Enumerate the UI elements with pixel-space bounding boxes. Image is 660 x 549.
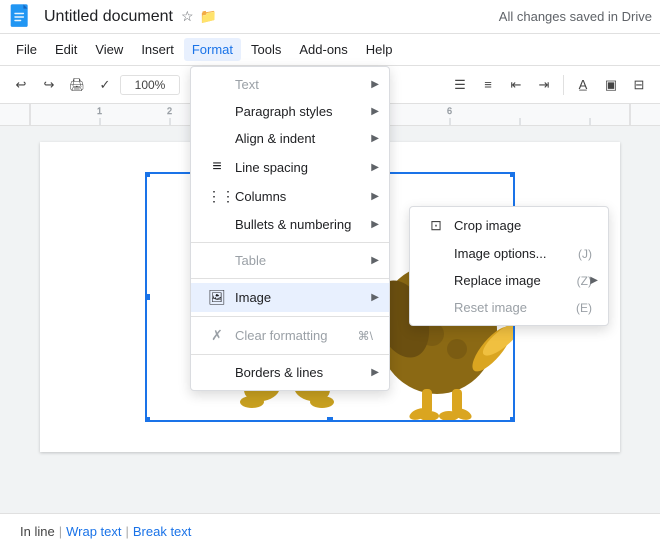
separator-2: |: [125, 524, 128, 539]
wrap-text-link[interactable]: Wrap text: [66, 524, 121, 539]
menu-insert[interactable]: Insert: [133, 38, 182, 61]
line-spacing-label: Line spacing: [235, 160, 373, 175]
table-label: Table: [235, 253, 373, 268]
format-menu-clear-formatting[interactable]: ✗ Clear formatting ⌘\: [191, 321, 389, 350]
columns-button[interactable]: ⊟: [626, 72, 652, 98]
undo-button[interactable]: ↩: [8, 72, 34, 98]
format-menu-paragraph-styles[interactable]: Paragraph styles: [191, 98, 389, 125]
line-spacing-icon: ≡: [207, 158, 227, 176]
format-menu-align-indent[interactable]: Align & indent: [191, 125, 389, 152]
menu-view[interactable]: View: [87, 38, 131, 61]
title-bar: Untitled document ☆ 📁 All changes saved …: [0, 0, 660, 34]
align-label: Align & indent: [235, 131, 373, 146]
clear-label: Clear formatting: [235, 328, 342, 343]
svg-text:1: 1: [97, 106, 102, 116]
menu-format[interactable]: Format: [184, 38, 241, 61]
replace-label: Replace image: [454, 273, 561, 288]
menu-bar: File Edit View Insert Format Tools Add-o…: [0, 34, 660, 66]
options-label: Image options...: [454, 246, 562, 261]
break-text-link[interactable]: Break text: [133, 524, 192, 539]
columns-label: Columns: [235, 189, 373, 204]
handle-bottom-middle[interactable]: [326, 416, 334, 422]
numbered-list-button[interactable]: ≡: [475, 72, 501, 98]
submenu-image-options[interactable]: Image options... (J): [410, 240, 608, 267]
format-menu-bullets-numbering[interactable]: Bullets & numbering: [191, 211, 389, 238]
highlight-button[interactable]: A̲: [570, 72, 596, 98]
format-menu-line-spacing[interactable]: ≡ Line spacing: [191, 152, 389, 182]
text-label: Text: [235, 77, 373, 92]
clear-icon: ✗: [207, 327, 227, 344]
handle-middle-left[interactable]: [145, 293, 151, 301]
crop-label: Crop image: [454, 218, 592, 233]
spellcheck-button[interactable]: ✓: [92, 72, 118, 98]
docs-logo-icon: [8, 3, 36, 31]
zoom-control[interactable]: 100%: [120, 75, 180, 95]
format-menu-text[interactable]: Text: [191, 71, 389, 98]
paragraph-styles-label: Paragraph styles: [235, 104, 373, 119]
indent-decrease-button[interactable]: ⇤: [503, 72, 529, 98]
separator-1: |: [59, 524, 62, 539]
title-action-icons: ☆ 📁: [181, 8, 217, 25]
menu-divider-3: [191, 316, 389, 317]
svg-text:2: 2: [167, 106, 172, 116]
image-label: Image: [235, 290, 373, 305]
menu-divider-1: [191, 242, 389, 243]
menu-divider-2: [191, 278, 389, 279]
toolbar-separator-2: [563, 75, 564, 95]
star-icon[interactable]: ☆: [181, 8, 194, 25]
indent-increase-button[interactable]: ⇥: [531, 72, 557, 98]
save-status: All changes saved in Drive: [499, 9, 652, 24]
options-shortcut: (J): [578, 247, 592, 261]
format-menu: Text Paragraph styles Align & indent ≡ L…: [190, 66, 390, 391]
document-title[interactable]: Untitled document: [44, 8, 173, 26]
format-menu-borders-lines[interactable]: Borders & lines: [191, 359, 389, 386]
format-menu-columns[interactable]: ⋮⋮ Columns: [191, 182, 389, 211]
bullets-label: Bullets & numbering: [235, 217, 373, 232]
status-bar: In line | Wrap text | Break text: [0, 513, 660, 549]
replace-shortcut: (Z): [577, 274, 592, 288]
border-button[interactable]: ▣: [598, 72, 624, 98]
crop-icon: ⊡: [426, 217, 446, 234]
submenu-replace-image[interactable]: Replace image (Z): [410, 267, 608, 294]
menu-help[interactable]: Help: [358, 38, 401, 61]
image-submenu: ⊡ Crop image Image options... (J) Replac…: [409, 206, 609, 326]
reset-label: Reset image: [454, 300, 560, 315]
redo-button[interactable]: ↪: [36, 72, 62, 98]
bullet-list-button[interactable]: ☰: [447, 72, 473, 98]
menu-addons[interactable]: Add-ons: [291, 38, 355, 61]
folder-icon[interactable]: 📁: [200, 8, 217, 25]
menu-file[interactable]: File: [8, 38, 45, 61]
reset-shortcut: (E): [576, 301, 592, 315]
menu-divider-4: [191, 354, 389, 355]
columns-icon: ⋮⋮: [207, 188, 227, 205]
submenu-crop-image[interactable]: ⊡ Crop image: [410, 211, 608, 240]
inline-label: In line: [20, 524, 55, 539]
svg-text:6: 6: [447, 106, 452, 116]
handle-top-left[interactable]: [145, 172, 151, 178]
handle-top-right[interactable]: [509, 172, 515, 178]
handle-bottom-left[interactable]: [145, 416, 151, 422]
menu-edit[interactable]: Edit: [47, 38, 85, 61]
handle-bottom-right[interactable]: [509, 416, 515, 422]
print-button[interactable]: 🖨: [64, 72, 90, 98]
clear-shortcut: ⌘\: [358, 329, 373, 343]
format-menu-table[interactable]: Table: [191, 247, 389, 274]
image-icon: 🖼: [207, 289, 227, 306]
format-menu-image[interactable]: 🖼 Image: [191, 283, 389, 312]
borders-label: Borders & lines: [235, 365, 373, 380]
submenu-reset-image[interactable]: Reset image (E): [410, 294, 608, 321]
menu-tools[interactable]: Tools: [243, 38, 289, 61]
